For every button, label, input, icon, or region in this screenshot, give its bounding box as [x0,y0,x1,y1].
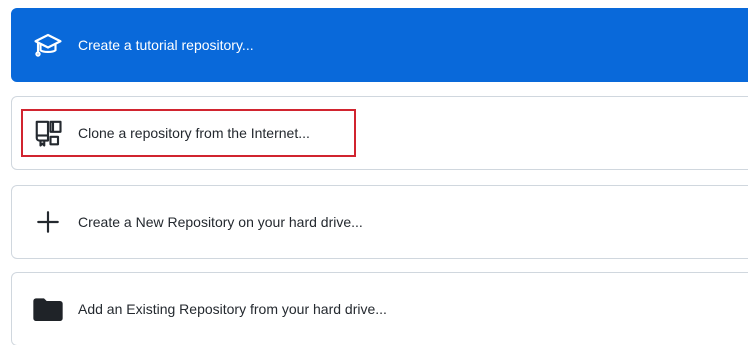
clone-repository-button[interactable]: Clone a repository from the Internet... [11,96,748,170]
repository-options-panel: Create a tutorial repository... Clone a … [0,0,748,345]
create-tutorial-repository-button[interactable]: Create a tutorial repository... [11,8,748,82]
option-label: Add an Existing Repository from your har… [78,301,387,317]
create-new-repository-button[interactable]: Create a New Repository on your hard dri… [11,185,748,259]
add-existing-repository-button[interactable]: Add an Existing Repository from your har… [11,272,748,345]
option-label: Create a New Repository on your hard dri… [78,214,363,230]
repo-clone-icon [32,117,64,149]
option-label: Clone a repository from the Internet... [78,125,310,141]
folder-icon [32,293,64,325]
option-label: Create a tutorial repository... [78,37,254,53]
mortarboard-icon [32,29,64,61]
plus-icon [32,206,64,238]
